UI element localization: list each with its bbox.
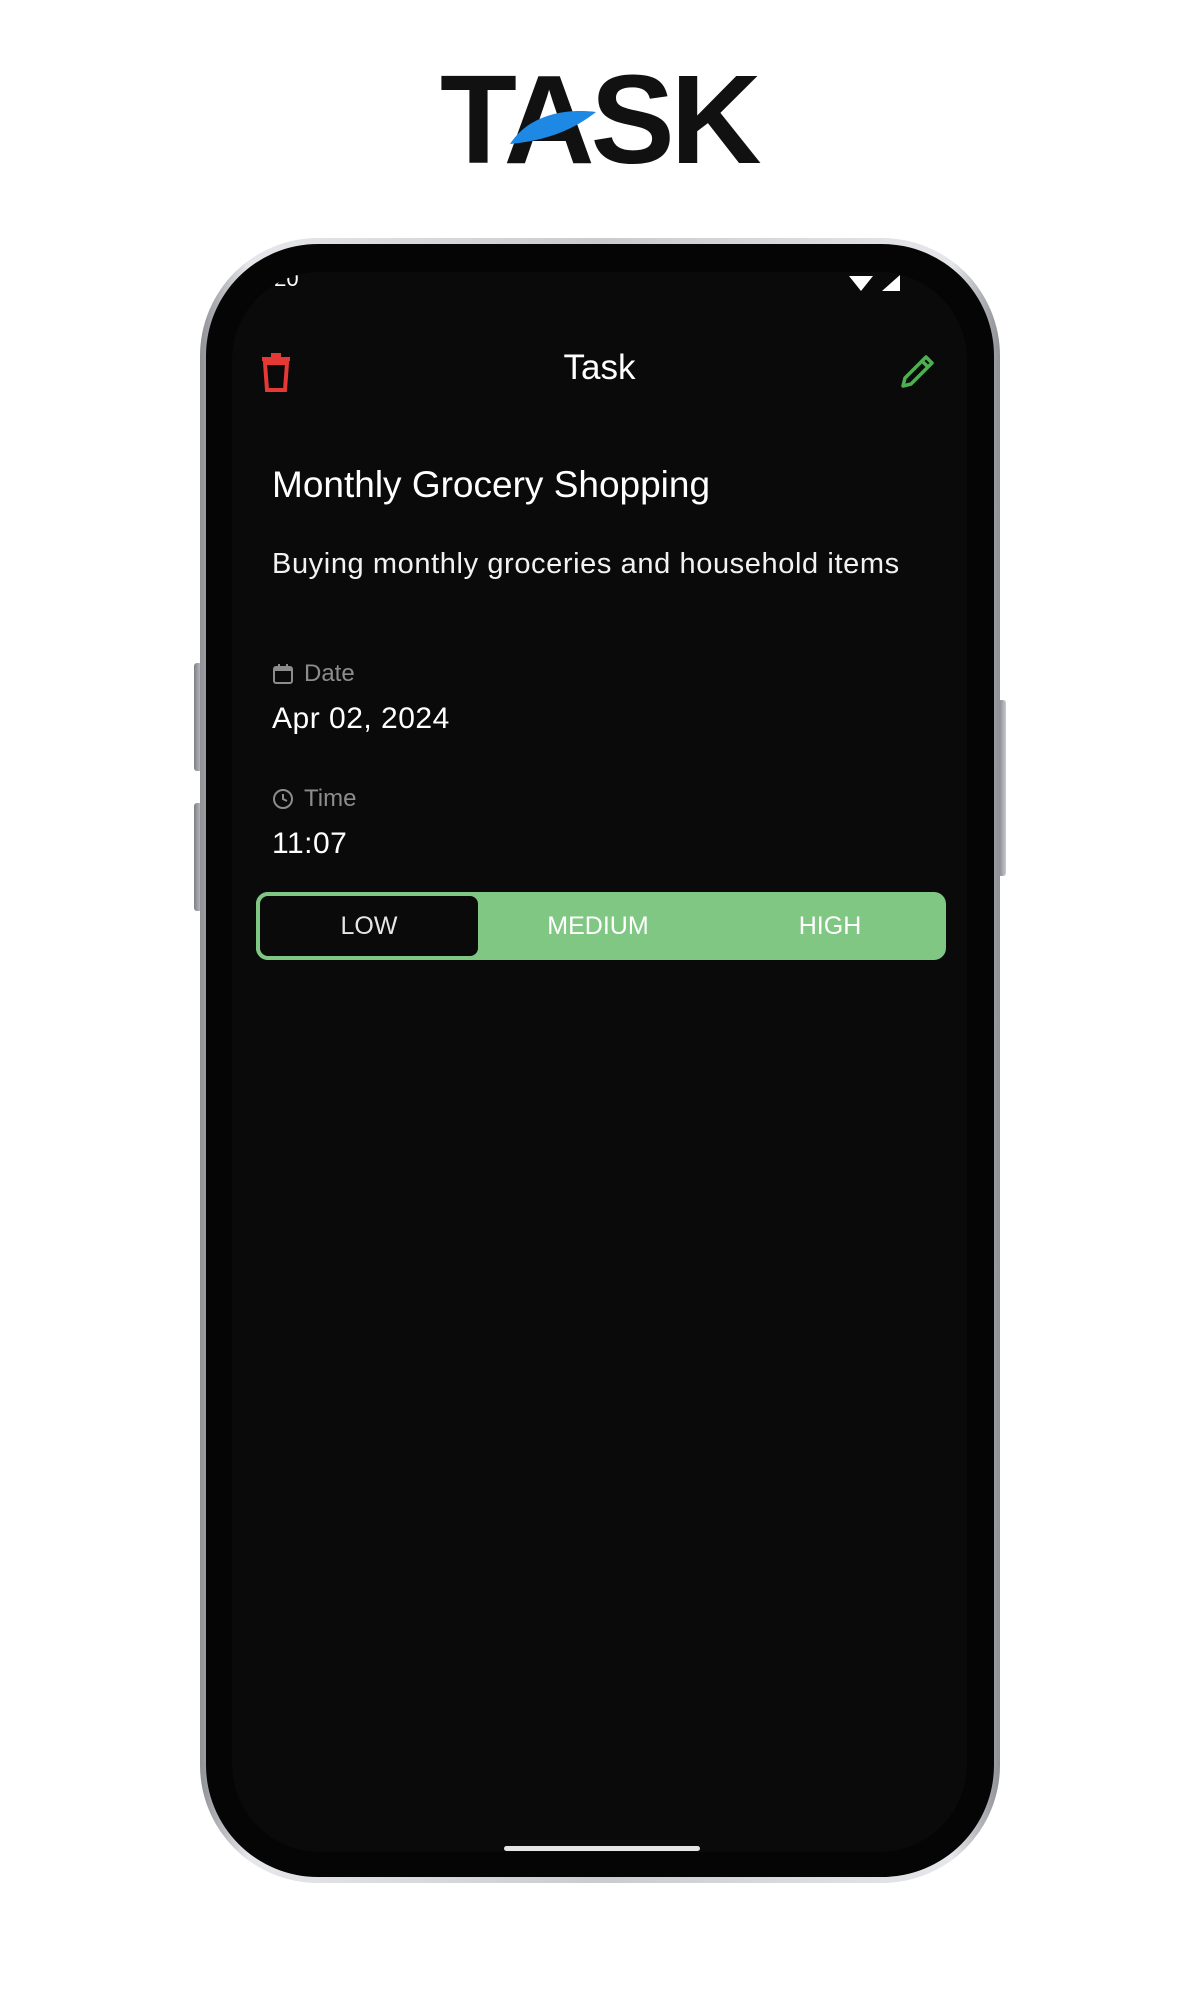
edit-button[interactable] bbox=[899, 352, 937, 390]
task-title: Monthly Grocery Shopping bbox=[272, 464, 711, 505]
date-value: Apr 02, 2024 bbox=[272, 702, 450, 735]
priority-medium-button[interactable]: MEDIUM bbox=[482, 892, 714, 960]
logo-text: TASK bbox=[440, 49, 762, 190]
clock-icon bbox=[273, 789, 293, 809]
status-time: :20 bbox=[268, 272, 299, 291]
logo-feather-icon bbox=[510, 111, 596, 144]
page-title: Task bbox=[563, 348, 636, 387]
wifi-icon bbox=[848, 276, 873, 291]
signal-icon bbox=[882, 275, 900, 291]
priority-high-button[interactable]: HIGH bbox=[714, 892, 946, 960]
home-indicator[interactable] bbox=[504, 1846, 700, 1851]
app-screen: :20 Task Monthly Grocery Shopping Buying… bbox=[232, 272, 967, 1852]
time-label-text: Time bbox=[304, 785, 357, 812]
time-label: Time bbox=[272, 785, 356, 813]
priority-selector: LOW MEDIUM HIGH bbox=[256, 892, 946, 960]
priority-low-button[interactable]: LOW bbox=[256, 892, 482, 960]
app-logo: TASK bbox=[440, 49, 770, 190]
task-description: Buying monthly groceries and household i… bbox=[272, 548, 900, 580]
time-value: 11:07 bbox=[272, 827, 348, 860]
date-label: Date bbox=[272, 660, 355, 688]
status-icons bbox=[848, 274, 901, 296]
pencil-icon bbox=[901, 355, 934, 388]
calendar-icon bbox=[273, 664, 293, 684]
date-label-text: Date bbox=[304, 660, 355, 687]
